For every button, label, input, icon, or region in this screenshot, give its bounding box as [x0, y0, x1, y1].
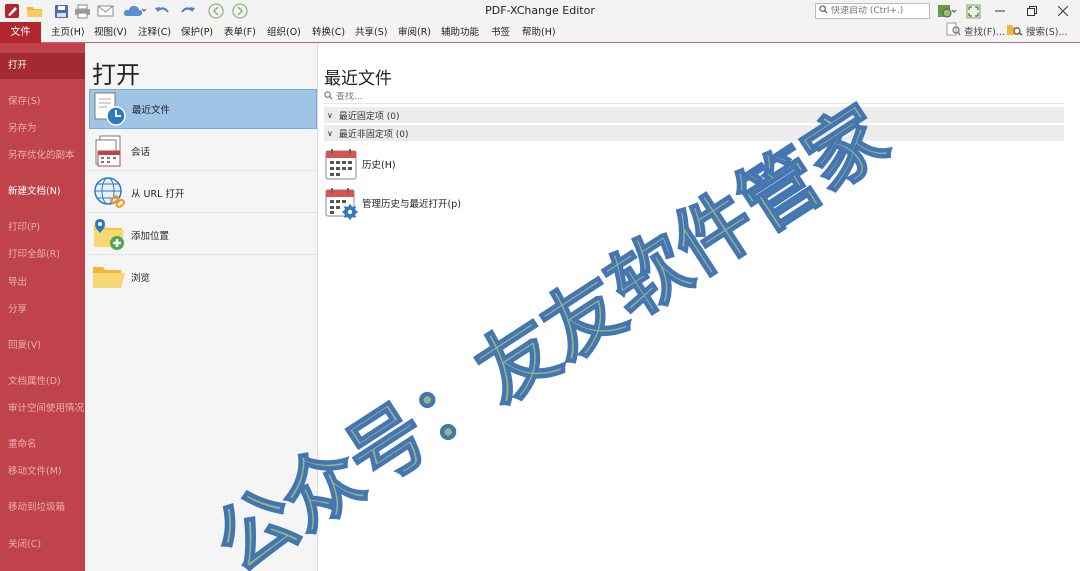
app-logo-icon[interactable] [3, 3, 21, 19]
menu-tab-protect[interactable]: 保护(P) [181, 22, 213, 43]
calendar-gear-icon [324, 186, 358, 220]
menu-file-tab[interactable]: 文件 [0, 22, 41, 44]
recent-search-input[interactable] [336, 91, 636, 102]
open-panel-title: 打开 [92, 61, 140, 89]
menu-tab-organize[interactable]: 组织(O) [267, 22, 301, 43]
menu-tab-convert[interactable]: 转换(C) [312, 22, 345, 43]
recent-files-pane: 最近文件 ∨ 最近固定项 (0) ∨ 最近非固定项 (0) 历史(H) 管理历史… [318, 43, 1080, 571]
chevron-down-icon: ∨ [327, 128, 333, 138]
manage-history-label: 管理历史与最近打开(p) [362, 199, 461, 210]
fullscreen-icon[interactable] [964, 3, 982, 19]
nav-new-document[interactable]: 新建文档(N) [0, 181, 85, 203]
backstage-nav: 打开 保存(S) 另存为 另存优化的副本 新建文档(N) 打印(P) 打印全部(… [0, 43, 85, 571]
search-button[interactable]: 搜索(S)... [1006, 22, 1068, 43]
nav-rename[interactable]: 重命名 [0, 434, 85, 456]
nav-open[interactable]: 打开 [0, 53, 85, 79]
nav-print-all[interactable]: 打印全部(R) [0, 244, 85, 266]
nav-share[interactable]: 分享 [0, 299, 85, 321]
menu-tab-comment[interactable]: 注释(C) [138, 22, 171, 43]
search-label: 搜索(S)... [1026, 27, 1068, 38]
nav-document-properties[interactable]: 文档属性(D) [0, 371, 85, 393]
title-bar: PDF-XChange Editor [0, 0, 1080, 22]
recent-search-box[interactable] [324, 90, 1064, 104]
nav-print[interactable]: 打印(P) [0, 217, 85, 239]
source-label: 最近文件 [132, 105, 171, 116]
globe-link-icon [91, 175, 127, 211]
nav-export[interactable]: 导出 [0, 272, 85, 294]
menu-tab-accessibility[interactable]: 辅助功能 [441, 22, 479, 43]
find-label: 查找(F)... [964, 27, 1005, 38]
close-window-button[interactable] [1046, 0, 1080, 22]
source-sessions[interactable]: 会话 [89, 131, 317, 171]
unpinned-group-header[interactable]: ∨ 最近非固定项 (0) [324, 125, 1064, 141]
source-recent-files[interactable]: 最近文件 [89, 89, 317, 129]
menu-tab-help[interactable]: 帮助(H) [522, 22, 556, 43]
history-item[interactable]: 历史(H) [324, 146, 396, 182]
manage-history-item[interactable]: 管理历史与最近打开(p) [324, 185, 461, 221]
save-icon[interactable] [52, 3, 70, 19]
minimize-button[interactable] [982, 0, 1018, 22]
sessions-icon [91, 133, 127, 169]
restore-button[interactable] [1014, 0, 1050, 22]
quick-launch-input[interactable] [831, 6, 927, 16]
undo-icon[interactable] [152, 3, 172, 19]
source-browse[interactable]: 浏览 [89, 257, 317, 297]
quick-launch-box[interactable] [815, 3, 930, 19]
nav-close[interactable]: 关闭(C) [0, 534, 85, 556]
cloud-icon[interactable] [120, 3, 148, 19]
search-folder-icon [1006, 22, 1023, 44]
source-label: 从 URL 打开 [131, 188, 185, 200]
menu-tab-review[interactable]: 审阅(R) [398, 22, 431, 43]
nav-audit-space[interactable]: 审计空间使用情况 [0, 398, 85, 420]
nav-save-as[interactable]: 另存为 [0, 118, 85, 140]
source-label: 会话 [131, 146, 151, 158]
folder-icon [91, 259, 127, 295]
source-add-place[interactable]: 添加位置 [89, 215, 317, 255]
source-label: 浏览 [131, 273, 151, 284]
forward-icon[interactable] [231, 3, 249, 19]
plugins-icon[interactable] [934, 3, 960, 19]
menu-tab-home[interactable]: 主页(H) [51, 22, 85, 43]
email-icon[interactable] [94, 3, 116, 19]
search-icon [324, 90, 333, 103]
unpinned-group-label: 最近非固定项 (0) [338, 129, 409, 140]
open-folder-icon[interactable] [24, 3, 46, 19]
menu-tab-view[interactable]: 视图(V) [94, 22, 127, 43]
menu-tab-bookmarks[interactable]: 书签 [491, 22, 510, 43]
redo-icon[interactable] [178, 3, 198, 19]
menu-bar: 文件 主页(H) 视图(V) 注释(C) 保护(P) 表单(F) 组织(O) 转… [0, 22, 1080, 44]
calendar-icon [324, 147, 358, 181]
search-icon [819, 5, 828, 17]
history-label: 历史(H) [362, 160, 396, 171]
find-button[interactable]: 查找(F)... [946, 22, 1005, 43]
source-open-url[interactable]: 从 URL 打开 [89, 173, 317, 213]
nav-save[interactable]: 保存(S) [0, 91, 85, 113]
pinned-group-label: 最近固定项 (0) [338, 111, 400, 122]
back-icon[interactable] [207, 3, 225, 19]
find-icon [946, 22, 961, 44]
menu-tab-share[interactable]: 共享(S) [355, 22, 387, 43]
nav-revert[interactable]: 回复(V) [0, 335, 85, 357]
nav-move-file[interactable]: 移动文件(M) [0, 461, 85, 483]
open-sources-panel: 打开 最近文件 会话 从 URL 打开 添加位置 浏览 [85, 43, 318, 571]
chevron-down-icon: ∨ [327, 110, 333, 120]
recent-files-icon [92, 91, 128, 127]
nav-move-to-trash[interactable]: 移动到垃圾箱 [0, 497, 85, 519]
source-label: 添加位置 [131, 230, 170, 242]
add-place-icon [91, 217, 127, 253]
pinned-group-header[interactable]: ∨ 最近固定项 (0) [324, 107, 1064, 123]
nav-save-optimized[interactable]: 另存优化的副本 [0, 145, 85, 167]
print-icon[interactable] [72, 3, 92, 19]
menu-tab-form[interactable]: 表单(F) [224, 22, 256, 43]
recent-files-title: 最近文件 [324, 69, 392, 89]
